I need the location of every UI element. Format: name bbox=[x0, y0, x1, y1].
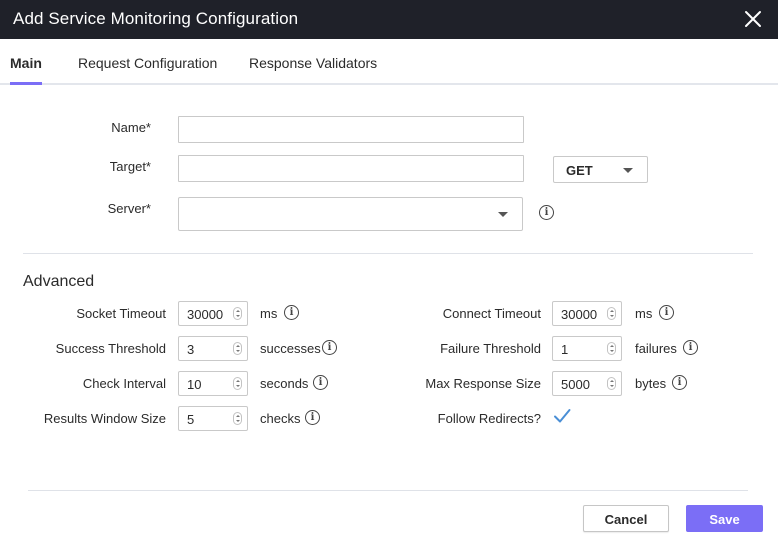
success-threshold-label: Success Threshold bbox=[55, 341, 166, 356]
results-window-size-value: 5 bbox=[187, 412, 195, 427]
socket-timeout-value: 30000 bbox=[187, 307, 224, 322]
target-input[interactable] bbox=[178, 155, 524, 182]
name-input[interactable] bbox=[178, 116, 524, 143]
stepper-icon[interactable] bbox=[233, 307, 242, 320]
socket-timeout-unit: ms bbox=[260, 306, 278, 321]
follow-redirects-checkbox[interactable] bbox=[552, 406, 572, 426]
info-icon[interactable]: i bbox=[659, 305, 674, 320]
advanced-section-title: Advanced bbox=[23, 273, 95, 290]
stepper-icon[interactable] bbox=[233, 342, 242, 355]
stepper-icon[interactable] bbox=[233, 412, 242, 425]
close-icon[interactable] bbox=[743, 9, 763, 29]
stepper-icon[interactable] bbox=[607, 342, 616, 355]
info-icon[interactable]: i bbox=[322, 340, 337, 355]
dialog-titlebar: Add Service Monitoring Configuration bbox=[0, 0, 778, 39]
active-tab-indicator bbox=[10, 82, 42, 85]
server-label: Server* bbox=[107, 201, 151, 216]
tab-main[interactable]: Main bbox=[10, 55, 42, 71]
dialog-title: Add Service Monitoring Configuration bbox=[13, 9, 299, 28]
failure-threshold-value: 1 bbox=[561, 342, 569, 357]
check-interval-value: 10 bbox=[187, 377, 202, 392]
failure-threshold-unit: failures bbox=[635, 341, 677, 356]
tab-response-validators[interactable]: Response Validators bbox=[249, 55, 377, 71]
footer-divider bbox=[28, 490, 748, 491]
results-window-size-label: Results Window Size bbox=[43, 411, 166, 426]
stepper-icon[interactable] bbox=[607, 307, 616, 320]
check-interval-unit: seconds bbox=[260, 376, 309, 391]
connect-timeout-value: 30000 bbox=[561, 307, 598, 322]
check-interval-input[interactable]: 10 bbox=[178, 371, 248, 396]
checkmark-icon bbox=[554, 409, 571, 423]
connect-timeout-input[interactable]: 30000 bbox=[552, 301, 622, 326]
results-window-size-unit: checks bbox=[260, 411, 301, 426]
stepper-icon[interactable] bbox=[607, 377, 616, 390]
info-icon[interactable]: i bbox=[539, 205, 554, 220]
follow-redirects-label: Follow Redirects? bbox=[437, 411, 541, 426]
info-icon[interactable]: i bbox=[284, 305, 299, 320]
connect-timeout-unit: ms bbox=[635, 306, 653, 321]
check-interval-label: Check Interval bbox=[82, 376, 166, 391]
chevron-down-icon bbox=[498, 212, 508, 217]
max-response-size-value: 5000 bbox=[561, 377, 590, 392]
max-response-size-input[interactable]: 5000 bbox=[552, 371, 622, 396]
success-threshold-input[interactable]: 3 bbox=[178, 336, 248, 361]
info-icon[interactable]: i bbox=[313, 375, 328, 390]
info-icon[interactable]: i bbox=[672, 375, 687, 390]
tab-request-configuration[interactable]: Request Configuration bbox=[78, 55, 217, 71]
server-select[interactable] bbox=[178, 197, 523, 231]
connect-timeout-label: Connect Timeout bbox=[442, 306, 541, 321]
name-label: Name* bbox=[111, 120, 151, 135]
section-divider bbox=[23, 253, 753, 254]
failure-threshold-input[interactable]: 1 bbox=[552, 336, 622, 361]
max-response-size-unit: bytes bbox=[635, 376, 667, 391]
failure-threshold-label: Failure Threshold bbox=[440, 341, 541, 356]
success-threshold-value: 3 bbox=[187, 342, 195, 357]
info-icon[interactable]: i bbox=[305, 410, 320, 425]
socket-timeout-label: Socket Timeout bbox=[76, 306, 166, 321]
tab-bar: Main Request Configuration Response Vali… bbox=[0, 39, 778, 85]
http-method-value: GET bbox=[566, 163, 593, 178]
cancel-button[interactable]: Cancel bbox=[583, 505, 669, 532]
info-icon[interactable]: i bbox=[683, 340, 698, 355]
results-window-size-input[interactable]: 5 bbox=[178, 406, 248, 431]
max-response-size-label: Max Response Size bbox=[425, 376, 541, 391]
socket-timeout-input[interactable]: 30000 bbox=[178, 301, 248, 326]
save-button[interactable]: Save bbox=[686, 505, 763, 532]
target-label: Target* bbox=[109, 159, 151, 174]
http-method-select[interactable]: GET bbox=[553, 156, 648, 183]
chevron-down-icon bbox=[623, 168, 633, 173]
stepper-icon[interactable] bbox=[233, 377, 242, 390]
success-threshold-unit: successes bbox=[260, 341, 321, 356]
